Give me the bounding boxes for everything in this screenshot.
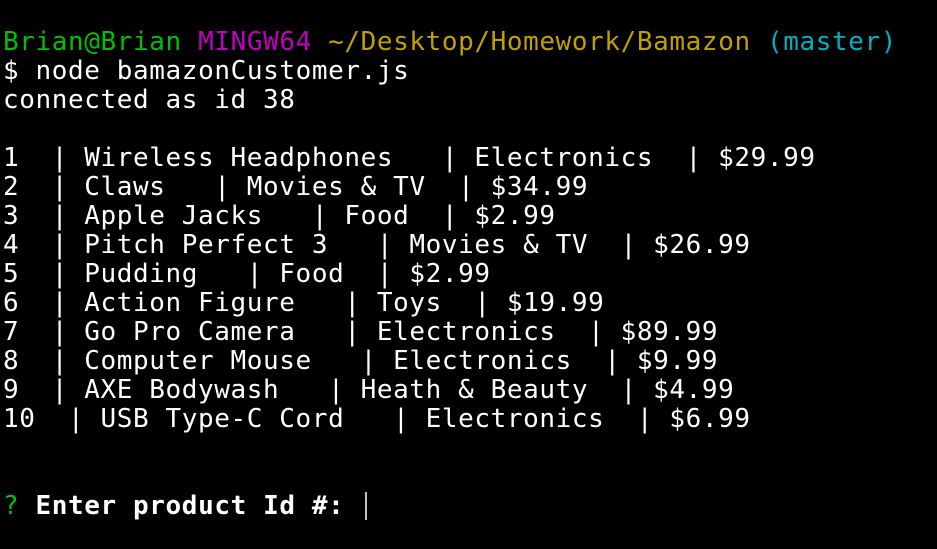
current-path: ~/Desktop/Homework/Bamazon [328,28,751,57]
command-text: node bamazonCustomer.js [35,57,410,86]
connected-message: connected as id 38 [3,86,296,115]
product-row: 3 | Apple Jacks | Food | $2.99 [3,202,556,231]
product-row: 5 | Pudding | Food | $2.99 [3,260,491,289]
question-text: Enter product Id #: [35,492,345,521]
product-row: 6 | Action Figure | Toys | $19.99 [3,289,605,318]
product-row: 7 | Go Pro Camera | Electronics | $89.99 [3,318,719,347]
product-row: 9 | AXE Bodywash | Heath & Beauty | $4.9… [3,376,735,405]
product-row: 10 | USB Type-C Cord | Electronics | $6.… [3,405,751,434]
input-prompt[interactable]: ? Enter product Id #: [3,492,937,521]
prompt-header: Brian@Brian MINGW64 ~/Desktop/Homework/B… [3,28,937,57]
dollar-sign: $ [3,57,20,86]
product-row: 1 | Wireless Headphones | Electronics | … [3,144,816,173]
product-row: 2 | Claws | Movies & TV | $34.99 [3,173,589,202]
user-host: Brian@Brian [3,28,182,57]
command-line: $ node bamazonCustomer.js [3,57,937,86]
product-row: 8 | Computer Mouse | Electronics | $9.99 [3,347,719,376]
terminal-window[interactable]: Brian@Brian MINGW64 ~/Desktop/Homework/B… [0,0,937,549]
text-cursor[interactable] [364,492,367,520]
question-mark: ? [3,492,20,521]
product-row: 4 | Pitch Perfect 3 | Movies & TV | $26.… [3,231,751,260]
git-branch: (master) [766,28,897,57]
shell-name: MINGW64 [198,28,312,57]
